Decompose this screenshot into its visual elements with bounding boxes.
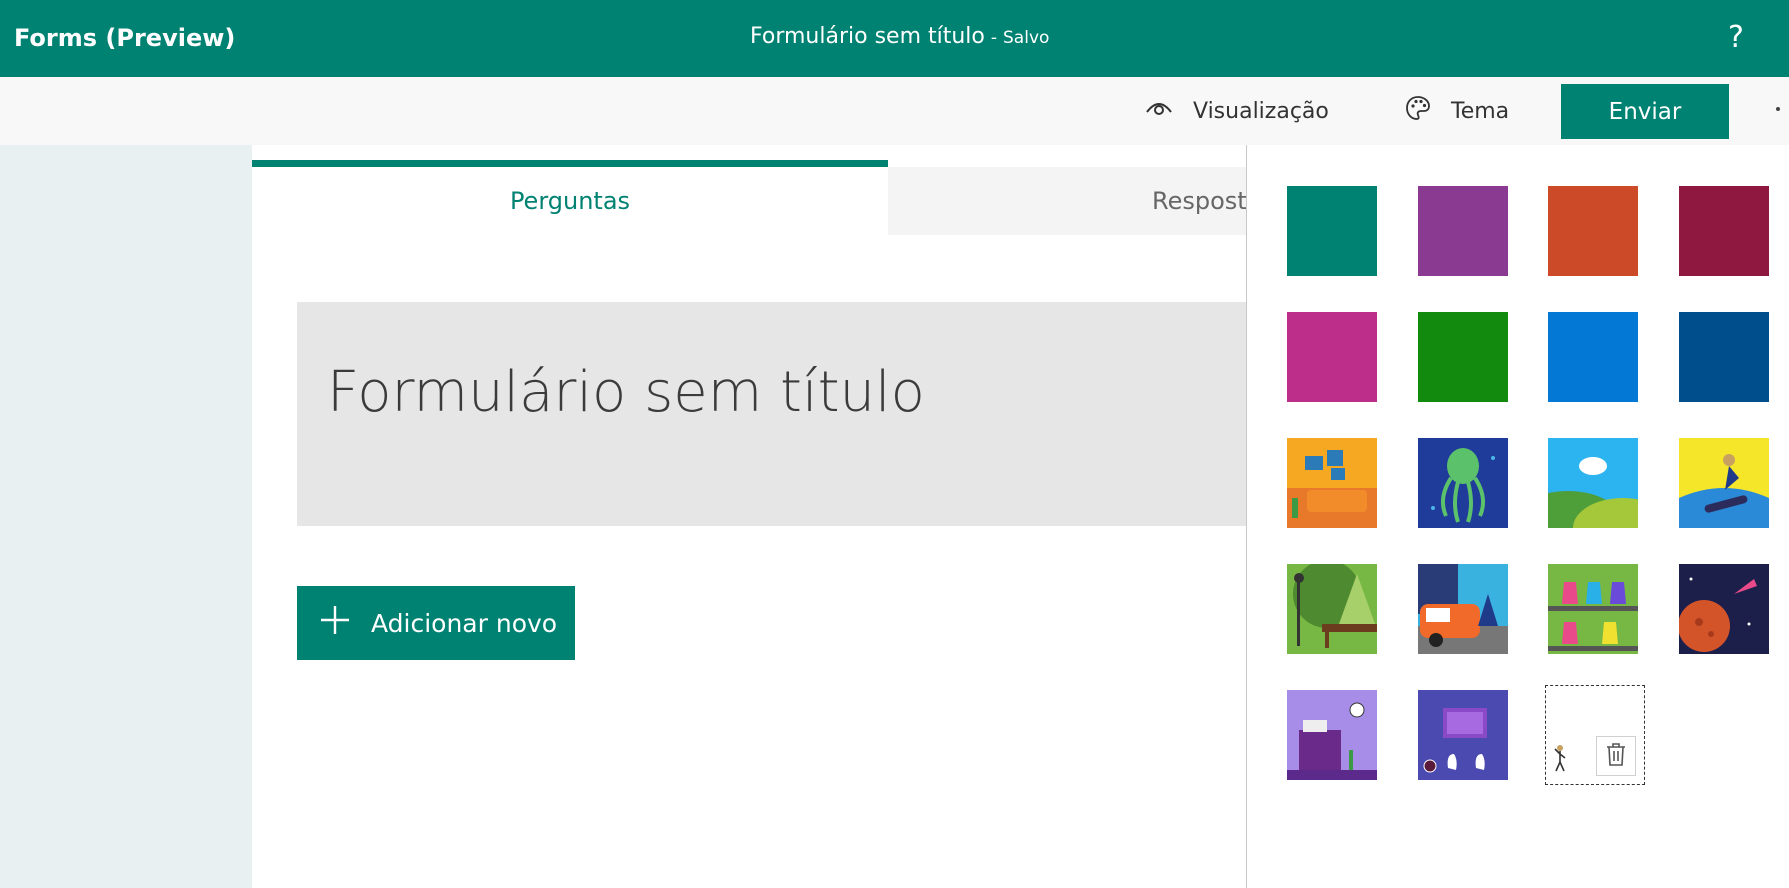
theme-color-swatch[interactable] — [1287, 312, 1377, 402]
theme-color-swatch[interactable] — [1287, 186, 1377, 276]
app-name[interactable]: Forms (Preview) — [14, 24, 235, 52]
theme-color-swatch[interactable] — [1548, 186, 1638, 276]
van-city-image[interactable] — [1418, 564, 1508, 654]
theme-button[interactable]: Tema — [1405, 77, 1509, 145]
more-options-icon[interactable] — [1776, 107, 1780, 111]
lab-flasks-image[interactable] — [1548, 564, 1638, 654]
tab-questions[interactable]: Perguntas — [252, 167, 888, 235]
form-title-box[interactable]: Formulário sem título — [297, 302, 1248, 526]
theme-color-swatch[interactable] — [1418, 186, 1508, 276]
send-button[interactable]: Enviar — [1561, 84, 1729, 139]
preview-button[interactable]: Visualização — [1145, 77, 1329, 145]
hills-sky-image[interactable] — [1548, 438, 1638, 528]
desk-typewriter-image[interactable] — [1287, 690, 1377, 780]
add-new-label: Adicionar novo — [371, 608, 558, 638]
space-planet-image[interactable] — [1679, 564, 1769, 654]
theme-color-swatch[interactable] — [1418, 312, 1508, 402]
save-status: Salvo — [1003, 28, 1050, 48]
plus-icon — [319, 604, 371, 642]
theme-label: Tema — [1451, 98, 1510, 124]
theme-color-swatch[interactable] — [1548, 312, 1638, 402]
palette-icon — [1405, 95, 1451, 127]
preview-label: Visualização — [1193, 98, 1329, 124]
document-title-text: Formulário sem título — [750, 24, 985, 49]
keyboard-hands-image[interactable] — [1418, 690, 1508, 780]
title-bar: Forms (Preview) Formulário sem título - Sa… — [0, 0, 1789, 77]
figure-icon — [1554, 745, 1566, 772]
delete-theme-button[interactable] — [1596, 736, 1636, 776]
trash-icon — [1606, 742, 1626, 770]
octopus-image[interactable] — [1418, 438, 1508, 528]
command-toolbar: Visualização Tema Enviar — [0, 77, 1789, 145]
theme-color-swatch[interactable] — [1679, 186, 1769, 276]
snowboarder-image[interactable] — [1679, 438, 1769, 528]
form-title[interactable]: Formulário sem título — [327, 360, 925, 425]
active-tab-indicator — [252, 160, 888, 167]
title-separator: - — [990, 28, 998, 48]
theme-color-swatch[interactable] — [1679, 312, 1769, 402]
add-new-button[interactable]: Adicionar novo — [297, 586, 575, 660]
help-button[interactable]: ? — [1728, 20, 1744, 55]
document-title: Formulário sem título - Salvo — [750, 24, 1049, 49]
living-room-image[interactable] — [1287, 438, 1377, 528]
custom-theme-slot[interactable] — [1545, 685, 1645, 785]
eye-icon — [1145, 98, 1193, 124]
tab-responses[interactable]: Respostas — [888, 167, 1248, 235]
park-bench-image[interactable] — [1287, 564, 1377, 654]
